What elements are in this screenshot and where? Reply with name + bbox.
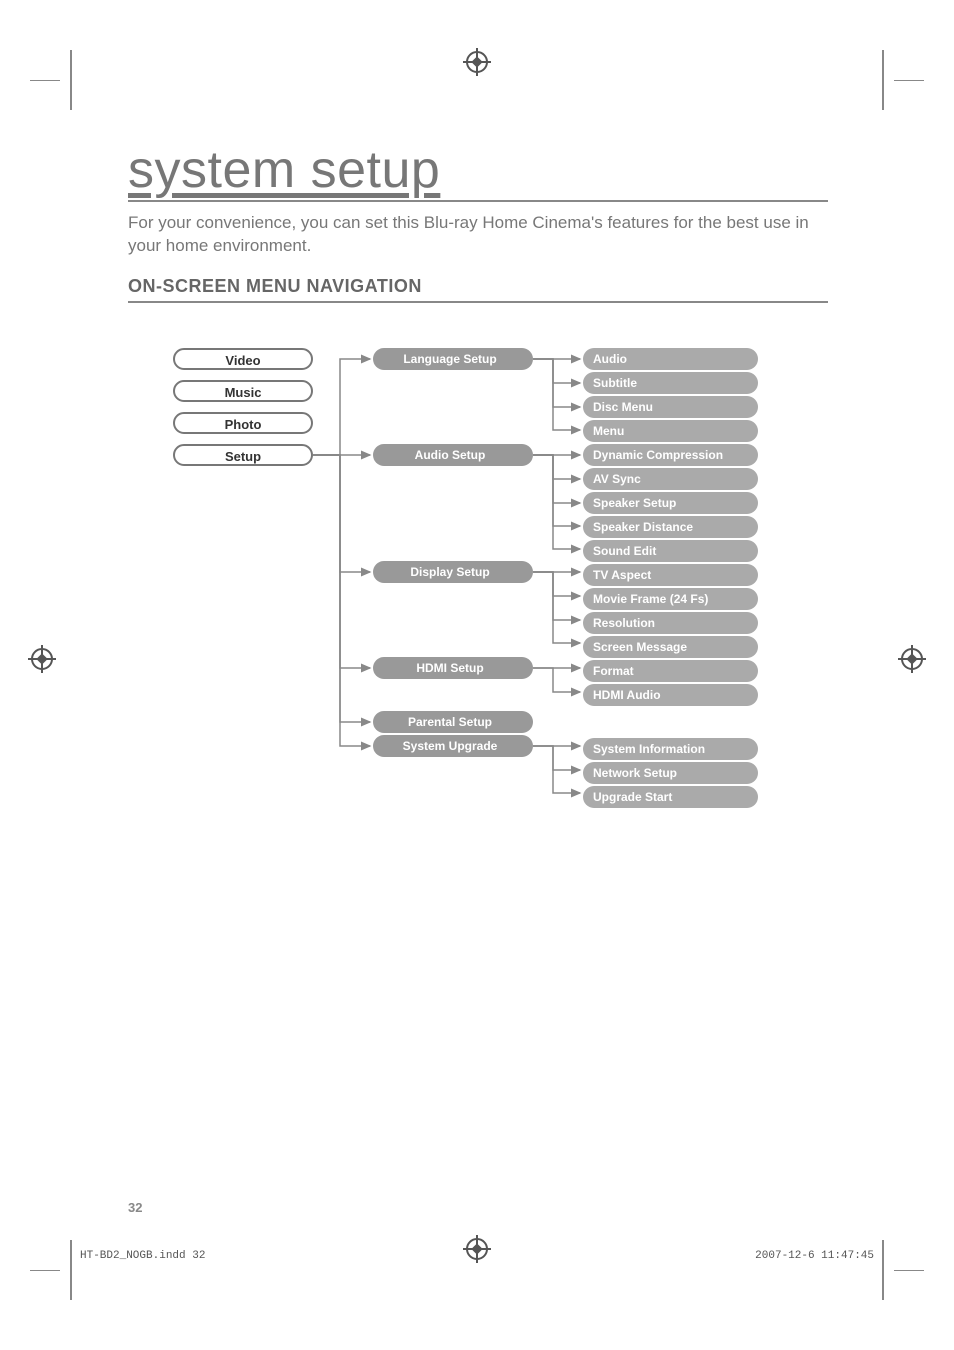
menu-item-photo: Photo [173,412,313,434]
option-tv-aspect: TV Aspect [583,564,758,586]
option-speaker-setup: Speaker Setup [583,492,758,514]
submenu-language-setup: Language Setup [373,348,533,370]
footer-filename: HT-BD2_NOGB.indd 32 [80,1250,205,1262]
option-sound-edit: Sound Edit [583,540,758,562]
submenu-system-upgrade: System Upgrade [373,735,533,757]
option-audio: Audio [583,348,758,370]
registration-mark-icon [463,48,491,76]
menu-item-music: Music [173,380,313,402]
page-number: 32 [128,1200,142,1215]
option-av-sync: AV Sync [583,468,758,490]
option-network-setup: Network Setup [583,762,758,784]
submenu-display-setup: Display Setup [373,561,533,583]
section-heading: ON-SCREEN MENU NAVIGATION [128,276,828,303]
option-disc-menu: Disc Menu [583,396,758,418]
intro-text: For your convenience, you can set this B… [128,212,828,258]
option-menu: Menu [583,420,758,442]
option-format: Format [583,660,758,682]
option-dynamic-compression: Dynamic Compression [583,444,758,466]
option-hdmi-audio: HDMI Audio [583,684,758,706]
option-speaker-distance: Speaker Distance [583,516,758,538]
registration-mark-icon [898,645,926,673]
option-system-information: System Information [583,738,758,760]
option-upgrade-start: Upgrade Start [583,786,758,808]
option-screen-message: Screen Message [583,636,758,658]
menu-item-video: Video [173,348,313,370]
option-resolution: Resolution [583,612,758,634]
footer-timestamp: 2007-12-6 11:47:45 [755,1250,874,1262]
footer: HT-BD2_NOGB.indd 32 2007-12-6 11:47:45 [80,1250,874,1262]
submenu-audio-setup: Audio Setup [373,444,533,466]
menu-item-setup: Setup [173,444,313,466]
submenu-parental-setup: Parental Setup [373,711,533,733]
page-title: system setup [128,140,828,202]
registration-mark-icon [28,645,56,673]
option-subtitle: Subtitle [583,372,758,394]
submenu-hdmi-setup: HDMI Setup [373,657,533,679]
option-movie-frame: Movie Frame (24 Fs) [583,588,758,610]
